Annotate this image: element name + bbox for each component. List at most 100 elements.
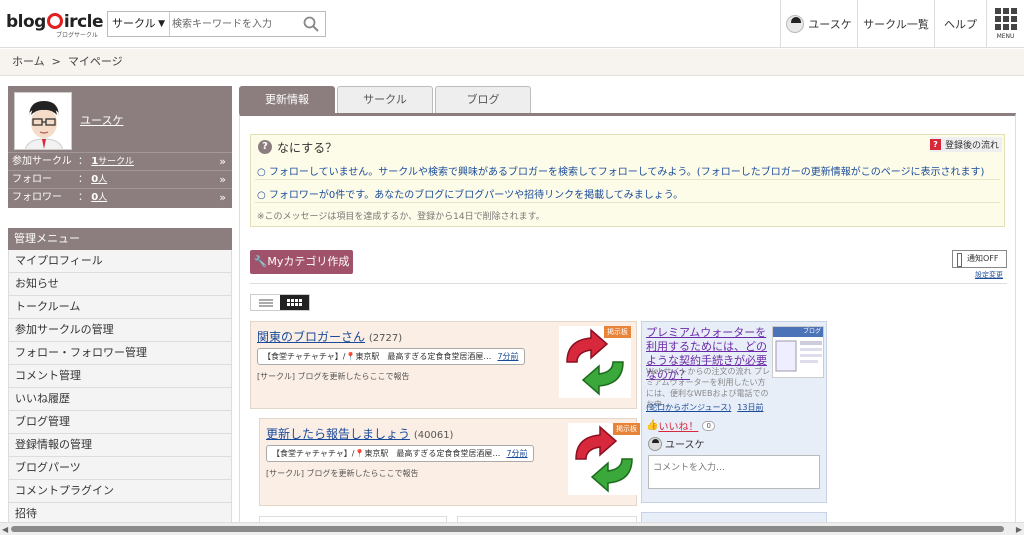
- main-panel: ? なにする？ ? 登録後の流れ ○ フォローしていません。サークルや検索で興味…: [239, 113, 1016, 523]
- registration-flow-link[interactable]: ? 登録後の流れ: [929, 137, 1002, 152]
- header: blog ircle ブログサークル サークル ▼ ユースケ サークル一覧 ヘルプ…: [0, 0, 1024, 48]
- like-label: いいね！: [658, 422, 699, 433]
- tab-blog[interactable]: ブログ: [435, 86, 531, 113]
- menu-item-follow-management[interactable]: フォロー・フォロワー管理: [8, 342, 232, 365]
- double-chevron-right-icon: »: [219, 191, 226, 204]
- card-post-title: 東京駅 最高すぎる定食食堂居酒屋…: [364, 449, 501, 458]
- breadcrumb: ホーム > マイページ: [0, 49, 1024, 76]
- nav-menu-button[interactable]: MENU: [986, 0, 1024, 48]
- menu-item-talk-room[interactable]: トークルーム: [8, 296, 232, 319]
- list-view-button[interactable]: [251, 295, 280, 310]
- grid-menu-icon: [994, 8, 1017, 30]
- notice-follower-message[interactable]: ○ フォロワーが0件です。あなたのブログにブログパーツや招待リンクを掲載してみま…: [257, 186, 683, 201]
- tab-updates[interactable]: 更新情報: [239, 86, 335, 113]
- divider: [255, 202, 1000, 203]
- nav-circle-list-label: サークル一覧: [863, 18, 929, 31]
- pin-icon: 📍: [354, 449, 365, 458]
- profile-box: ユースケ 参加サークル ： 1サークル » フォロー ： 0人 » フォロワー ： 0…: [8, 86, 232, 208]
- search-input[interactable]: [172, 14, 300, 34]
- card-post-blog: 【食堂チャチャチャ】/: [263, 352, 346, 361]
- horizontal-scrollbar[interactable]: ◀ ▶: [0, 522, 1024, 535]
- admin-menu: 管理メニュー マイプロフィール お知らせ トークルーム 参加サークルの管理 フォ…: [8, 228, 232, 526]
- scrollbar-thumb[interactable]: [11, 526, 1004, 532]
- menu-item-comment-plugin[interactable]: コメントプラグイン: [8, 480, 232, 503]
- notice-follow-message[interactable]: ○ フォローしていません。サークルや検索で興味があるブロガーを検索してフォローし…: [257, 163, 984, 178]
- comment-input[interactable]: [648, 455, 820, 489]
- stat-follow-value[interactable]: 0人: [91, 174, 107, 185]
- scroll-right-arrow-icon[interactable]: ▶: [1016, 525, 1022, 534]
- divider: [250, 283, 1007, 284]
- card-circle-link[interactable]: 関東のブロガーさん: [257, 330, 365, 344]
- like-count: 0: [702, 420, 715, 431]
- breadcrumb-home[interactable]: ホーム: [12, 55, 45, 68]
- post-time-link[interactable]: 13日前: [737, 403, 763, 412]
- update-arrows-image[interactable]: 掲示板: [568, 423, 640, 495]
- stat-circles-label: 参加サークル: [12, 156, 72, 167]
- stat-followers[interactable]: フォロワー ： 0人 »: [8, 188, 232, 206]
- logo-subtitle: ブログサークル: [56, 32, 98, 39]
- stat-circles[interactable]: 参加サークル ： 1サークル »: [8, 152, 232, 170]
- menu-item-comment-management[interactable]: コメント管理: [8, 365, 232, 388]
- stat-follow-label: フォロー: [12, 174, 52, 185]
- menu-item-registration-management[interactable]: 登録情報の管理: [8, 434, 232, 457]
- tab-circle[interactable]: サークル: [337, 86, 433, 113]
- thumbnail-label: ブログ: [773, 327, 823, 337]
- profile-name[interactable]: ユースケ: [80, 112, 123, 128]
- stat-colon: ：: [78, 156, 88, 167]
- create-my-category-label: Myカテゴリ作成: [267, 255, 350, 268]
- card-member-count: (40061): [413, 430, 454, 441]
- menu-item-circle-management[interactable]: 参加サークルの管理: [8, 319, 232, 342]
- menu-item-blog-management[interactable]: ブログ管理: [8, 411, 232, 434]
- card-description: [サークル] ブログを更新したらここで報告: [257, 372, 410, 381]
- chevron-down-icon: ▼: [158, 19, 165, 29]
- logo-text-2: ircle: [63, 12, 104, 32]
- notification-toggle[interactable]: 通知OFF: [952, 250, 1007, 268]
- card-post-title: 東京駅 最高すぎる定食食堂居酒屋…: [355, 352, 492, 361]
- nav-help-label: ヘルプ: [944, 18, 977, 31]
- card-post-blog: 【食堂チャチャチャ】/: [272, 449, 355, 458]
- logo[interactable]: blog ircle: [6, 12, 104, 32]
- logo-q-mark: [46, 13, 63, 29]
- stat-followers-value[interactable]: 0人: [91, 192, 107, 203]
- nav-user[interactable]: ユースケ: [780, 0, 857, 48]
- menu-item-like-history[interactable]: いいね履歴: [8, 388, 232, 411]
- stat-circles-value[interactable]: 1サークル: [91, 156, 134, 167]
- registration-flow-label: 登録後の流れ: [944, 141, 999, 151]
- question-mark-icon: ?: [929, 139, 941, 150]
- nav-circle-list[interactable]: サークル一覧: [857, 0, 934, 48]
- card-post-tag[interactable]: 【食堂チャチャチャ】/📍東京駅 最高すぎる定食食堂居酒屋… 7分前: [266, 445, 534, 462]
- card-circle-link[interactable]: 更新したら報告しましょう: [266, 427, 410, 441]
- admin-menu-title: 管理メニュー: [8, 228, 232, 250]
- blog-post-card: プレミアムウォーターを利用するためには、どのような契約手続きが必要なのか？ ブロ…: [641, 321, 827, 503]
- stat-follow[interactable]: フォロー ： 0人 »: [8, 170, 232, 188]
- card-member-count: (2727): [368, 333, 403, 344]
- stat-followers-label: フォロワー: [12, 192, 62, 203]
- search-category-select[interactable]: サークル ▼: [108, 12, 170, 36]
- create-my-category-button[interactable]: 🔧Myカテゴリ作成: [250, 250, 353, 274]
- post-thumbnail[interactable]: ブログ: [772, 326, 824, 378]
- breadcrumb-separator: >: [51, 55, 61, 68]
- search-icon[interactable]: [303, 16, 319, 32]
- comment-user: ユースケ: [648, 436, 705, 451]
- logo-text: blog: [6, 12, 46, 32]
- post-blog-link[interactable]: (蛇口からポンジュース): [646, 403, 731, 412]
- circle-update-card: 更新したら報告しましょう (40061) 【食堂チャチャチャ】/📍東京駅 最高す…: [259, 418, 640, 506]
- search-bar: サークル ▼: [107, 11, 326, 37]
- menu-item-blog-parts[interactable]: ブログパーツ: [8, 457, 232, 480]
- profile-avatar[interactable]: [14, 92, 72, 150]
- menu-item-my-profile[interactable]: マイプロフィール: [8, 250, 232, 273]
- card-post-tag[interactable]: 【食堂チャチャチャ】/📍東京駅 最高すぎる定食食堂居酒屋… 7分前: [257, 348, 525, 365]
- thumbs-up-icon: 👍: [646, 420, 659, 431]
- nav-help[interactable]: ヘルプ: [934, 0, 986, 48]
- like-button[interactable]: 👍 いいね！ 0: [646, 418, 715, 433]
- card-post-time[interactable]: 7分前: [506, 449, 527, 458]
- card-post-time[interactable]: 7分前: [497, 352, 518, 361]
- avatar: [648, 436, 662, 451]
- avatar: [786, 15, 805, 33]
- double-chevron-right-icon: »: [219, 155, 226, 168]
- settings-change-link[interactable]: 設定変更: [975, 270, 1003, 280]
- grid-view-button[interactable]: [280, 295, 309, 310]
- menu-item-notifications[interactable]: お知らせ: [8, 273, 232, 296]
- scroll-left-arrow-icon[interactable]: ◀: [2, 525, 8, 534]
- update-arrows-image[interactable]: 掲示板: [559, 326, 631, 398]
